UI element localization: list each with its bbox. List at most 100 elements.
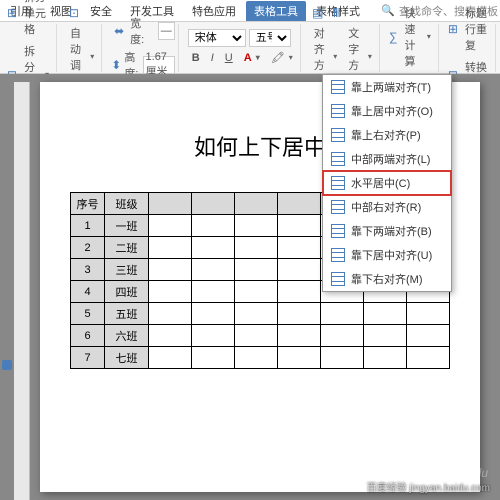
table-cell[interactable] <box>364 325 407 347</box>
table-cell[interactable] <box>278 303 321 325</box>
table-cell[interactable] <box>235 303 278 325</box>
align-option[interactable]: 靠下右对齐(M) <box>323 267 451 291</box>
header-cell[interactable] <box>192 193 235 215</box>
align-option[interactable]: 水平居中(C) <box>323 171 451 195</box>
table-cell[interactable] <box>235 281 278 303</box>
table-cell[interactable]: 一班 <box>105 215 149 237</box>
table-cell[interactable]: 5 <box>71 303 105 325</box>
table-cell[interactable] <box>364 303 407 325</box>
table-cell[interactable] <box>278 325 321 347</box>
table-cell[interactable] <box>407 303 450 325</box>
align-option[interactable]: 靠上居中对齐(O) <box>323 99 451 123</box>
table-cell[interactable] <box>149 347 192 369</box>
font-color-button[interactable]: A <box>240 50 264 66</box>
table-cell[interactable] <box>192 259 235 281</box>
split-cell-button[interactable]: 拆分单元格 <box>20 0 53 39</box>
align-option-label: 靠上居中对齐(O) <box>351 103 433 119</box>
align-option-label: 靠下两端对齐(B) <box>351 223 432 239</box>
table-row[interactable]: 7七班 <box>71 347 450 369</box>
table-cell[interactable]: 3 <box>71 259 105 281</box>
table-cell[interactable] <box>235 325 278 347</box>
highlight-button[interactable]: 🖍 <box>267 49 297 66</box>
table-cell[interactable] <box>192 325 235 347</box>
header-cell[interactable]: 序号 <box>71 193 105 215</box>
table-cell[interactable] <box>321 325 364 347</box>
font-size-select[interactable]: 五号 <box>249 29 291 47</box>
table-cell[interactable]: 6 <box>71 325 105 347</box>
table-cell[interactable]: 1 <box>71 215 105 237</box>
sidebar-pin-icon[interactable] <box>2 360 12 370</box>
table-cell[interactable] <box>149 237 192 259</box>
align-option[interactable]: 靠下两端对齐(B) <box>323 219 451 243</box>
align-option-icon <box>331 272 345 286</box>
italic-button[interactable]: I <box>207 50 218 66</box>
bold-button[interactable]: B <box>188 50 204 66</box>
table-cell[interactable] <box>235 237 278 259</box>
table-cell[interactable] <box>278 237 321 259</box>
width-label: 宽度: <box>130 15 155 47</box>
table-cell[interactable] <box>149 259 192 281</box>
table-cell[interactable] <box>149 303 192 325</box>
table-cell[interactable]: 二班 <box>105 237 149 259</box>
width-spinner[interactable]: — <box>158 22 175 40</box>
table-cell[interactable] <box>149 215 192 237</box>
calc-icon: ∑ <box>389 29 398 45</box>
align-option-label: 水平居中(C) <box>351 175 410 191</box>
table-cell[interactable] <box>321 347 364 369</box>
tab-table-tools[interactable]: 表格工具 <box>246 1 306 21</box>
table-cell[interactable] <box>278 347 321 369</box>
table-cell[interactable] <box>364 347 407 369</box>
table-cell[interactable]: 2 <box>71 237 105 259</box>
table-cell[interactable] <box>149 325 192 347</box>
table-cell[interactable]: 六班 <box>105 325 149 347</box>
table-cell[interactable] <box>192 281 235 303</box>
align-option[interactable]: 中部两端对齐(L) <box>323 147 451 171</box>
table-cell[interactable] <box>235 259 278 281</box>
underline-button[interactable]: U <box>221 50 237 66</box>
title-repeat-button[interactable]: 标题行重复 <box>461 3 492 55</box>
table-cell[interactable] <box>192 237 235 259</box>
header-cell[interactable] <box>278 193 321 215</box>
table-cell[interactable]: 四班 <box>105 281 149 303</box>
header-cell[interactable]: 班级 <box>105 193 149 215</box>
align-option-icon <box>331 104 345 118</box>
watermark: 百度经验 jingyan.baidu.com <box>367 479 490 494</box>
tab-features[interactable]: 特色应用 <box>184 1 244 21</box>
vertical-ruler[interactable] <box>14 82 30 500</box>
table-cell[interactable]: 三班 <box>105 259 149 281</box>
align-option-icon <box>331 152 345 166</box>
table-cell[interactable] <box>235 215 278 237</box>
table-cell[interactable] <box>192 215 235 237</box>
table-cell[interactable] <box>278 281 321 303</box>
autofit-icon: ⊡ <box>66 5 82 21</box>
table-cell[interactable]: 五班 <box>105 303 149 325</box>
align-option[interactable]: 靠上两端对齐(T) <box>323 75 451 99</box>
align-option-label: 靠上两端对齐(T) <box>351 79 431 95</box>
table-cell[interactable] <box>192 347 235 369</box>
height-spinner[interactable]: 1.67厘米 <box>143 56 175 74</box>
table-cell[interactable] <box>407 347 450 369</box>
table-cell[interactable] <box>278 259 321 281</box>
header-cell[interactable] <box>149 193 192 215</box>
font-name-select[interactable]: 宋体 <box>188 29 246 47</box>
table-row[interactable]: 5五班 <box>71 303 450 325</box>
align-option[interactable]: 靠上右对齐(P) <box>323 123 451 147</box>
table-cell[interactable] <box>149 281 192 303</box>
align-option-label: 靠上右对齐(P) <box>351 127 421 143</box>
table-cell[interactable] <box>407 325 450 347</box>
header-cell[interactable] <box>235 193 278 215</box>
table-cell[interactable] <box>278 215 321 237</box>
align-option[interactable]: 靠下居中对齐(U) <box>323 243 451 267</box>
table-cell[interactable]: 7 <box>71 347 105 369</box>
width-icon: ⬌ <box>111 23 127 39</box>
table-cell[interactable] <box>235 347 278 369</box>
table-cell[interactable]: 4 <box>71 281 105 303</box>
table-cell[interactable]: 七班 <box>105 347 149 369</box>
align-option[interactable]: 中部右对齐(R) <box>323 195 451 219</box>
fast-calc-button[interactable]: 快速计算 <box>400 3 434 71</box>
table-row[interactable]: 6六班 <box>71 325 450 347</box>
table-cell[interactable] <box>192 303 235 325</box>
alignment-dropdown: 靠上两端对齐(T) 靠上居中对齐(O) 靠上右对齐(P) 中部两端对齐(L) 水平居中(… <box>322 74 452 292</box>
repeat-header-icon: ⊞ <box>448 21 458 37</box>
table-cell[interactable] <box>321 303 364 325</box>
